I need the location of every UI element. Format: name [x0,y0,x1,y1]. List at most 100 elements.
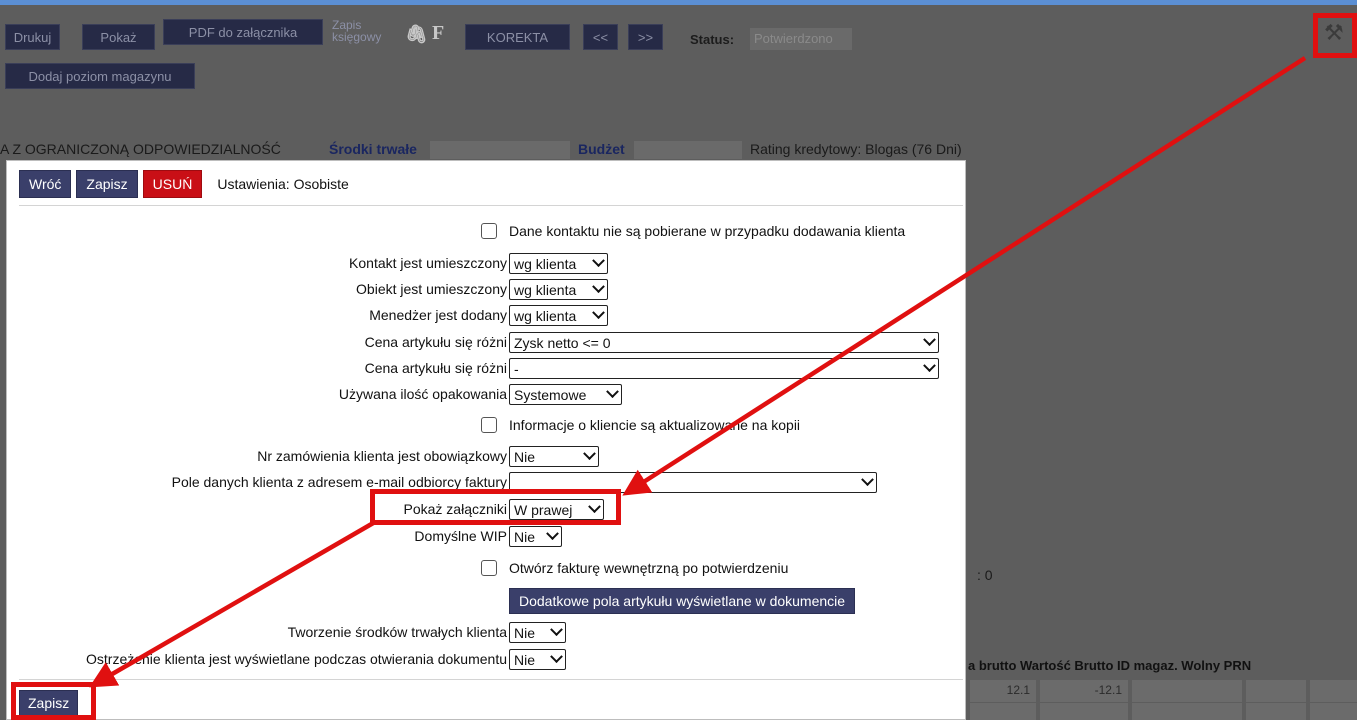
manager-added-value: wg klienta [514,307,577,324]
budget-field [634,141,742,159]
price-diff-value-2: - [514,360,519,377]
pack-qty-select[interactable]: Systemowe [509,384,622,405]
contact-data-checkbox[interactable] [481,223,497,239]
table-cell [1246,680,1306,702]
divider [19,679,963,680]
extra-fields-row: Dodatkowe pola artykułu wyświetlane w do… [7,588,967,616]
document-toolbar: Drukuj Pokaż PDF do załącznika Zapis ksi… [0,5,1357,100]
contact-placed-label: Kontakt jest umieszczony [349,255,507,271]
divider [19,205,963,206]
table-header: a brutto Wartość Brutto ID magaz. Wolny … [968,658,1252,673]
chevron-down-icon [550,623,563,637]
price-diff-select-1[interactable]: Zysk netto <= 0 [509,332,939,353]
contact-data-label: Dane kontaktu nie są pobierane w przypad… [509,223,906,239]
pack-qty-row: Używana ilość opakowania Systemowe [7,384,967,406]
next-button[interactable]: >> [628,24,663,50]
default-wip-label: Domyślne WIP [414,528,507,544]
fixed-assets-creation-row: Tworzenie środków trwałych klienta Nie [7,622,967,644]
object-placed-label: Obiekt jest umieszczony [356,281,507,297]
table-cell [1310,680,1357,702]
correction-button[interactable]: KOREKTA [465,24,570,50]
fixed-assets-creation-select[interactable]: Nie [509,622,566,643]
client-info-copy-checkbox[interactable] [481,417,497,433]
price-diff-row-2: Cena artykułu się różni - [7,358,967,380]
chevron-down-icon [923,359,936,373]
table-cell [1246,703,1306,720]
object-placed-row: Obiekt jest umieszczony wg klienta [7,279,967,301]
invoice-email-label: Pole danych klienta z adresem e-mail odb… [171,474,507,490]
highlight-hammer-box [1313,13,1357,58]
extra-fields-button[interactable]: Dodatkowe pola artykułu wyświetlane w do… [509,588,856,614]
contact-placed-select[interactable]: wg klienta [509,253,608,274]
manager-added-select[interactable]: wg klienta [509,305,608,326]
contact-placed-value: wg klienta [514,255,577,272]
manager-added-label: Menedżer jest dodany [369,307,507,323]
save-button[interactable]: Zapisz [76,170,138,198]
pack-qty-value: Systemowe [514,386,587,403]
default-wip-select[interactable]: Nie [509,526,562,547]
client-warning-label: Ostrzeżenie klienta jest wyświetlane pod… [86,651,507,667]
order-nr-label: Nr zamówienia klienta jest obowiązkowy [257,448,507,464]
table-cell: -12.1 [1040,680,1128,702]
settings-modal: Wróć Zapisz USUŃ Ustawienia: Osobiste Da… [6,160,966,720]
contact-placed-row: Kontakt jest umieszczony wg klienta [7,253,967,275]
chevron-down-icon [592,306,605,320]
paperclip-icon[interactable]: 🖇 [405,24,428,45]
default-wip-row: Domyślne WIP Nie [7,526,967,548]
credit-rating: Rating kredytowy: Blogas (76 Dni) [750,141,962,157]
client-info-copy-row: Informacje o kliencie są aktualizowane n… [7,415,967,437]
company-name: A Z OGRANICZONĄ ODPOWIEDZIALNOŚĆ [0,141,281,157]
table-cell [1040,703,1128,720]
fixed-assets-link[interactable]: Środki trwałe [329,141,417,157]
highlight-save-box [11,682,96,720]
open-internal-invoice-label: Otwórz fakturę wewnętrzną po potwierdzen… [509,560,789,576]
order-nr-value: Nie [514,448,536,465]
f-button[interactable]: F [432,22,444,45]
highlight-show-attachments-box [370,489,621,525]
price-diff-label-1: Cena artykułu się różni [364,334,507,350]
client-warning-select[interactable]: Nie [509,649,566,670]
table-cell [1132,703,1242,720]
prev-button[interactable]: << [583,24,618,50]
order-nr-row: Nr zamówienia klienta jest obowiązkowy N… [7,446,967,468]
table-cell: 12.1 [970,680,1036,702]
client-warning-value: Nie [514,651,536,668]
budget-link[interactable]: Budżet [578,141,625,157]
price-diff-value-1: Zysk netto <= 0 [514,334,611,351]
default-wip-value: Nie [514,528,536,545]
delete-button[interactable]: USUŃ [142,170,203,198]
status-label: Status: [690,32,735,47]
client-info-copy-label: Informacje o kliencie są aktualizowane n… [509,417,801,433]
bg-field [430,141,570,159]
status-value: Potwierdzono [750,28,852,50]
object-placed-select[interactable]: wg klienta [509,279,608,300]
chevron-down-icon [606,385,619,399]
print-button[interactable]: Drukuj [5,24,60,50]
add-stock-level-button[interactable]: Dodaj poziom magazynu [5,63,195,89]
open-internal-invoice-checkbox[interactable] [481,560,497,576]
price-diff-select-2[interactable]: - [509,358,939,379]
modal-header: Wróć Zapisz USUŃ Ustawienia: Osobiste [19,170,349,198]
client-warning-row: Ostrzeżenie klienta jest wyświetlane pod… [7,649,967,671]
order-nr-select[interactable]: Nie [509,446,599,467]
price-diff-row-1: Cena artykułu się różni Zysk netto <= 0 [7,332,967,354]
bg-value-zero: : 0 [977,567,993,583]
open-internal-invoice-row: Otwórz fakturę wewnętrzną po potwierdzen… [7,558,967,580]
show-button[interactable]: Pokaż [82,24,155,50]
manager-added-row: Menedżer jest dodany wg klienta [7,305,967,327]
journal-entry-link[interactable]: Zapis księgowy [332,19,381,43]
chevron-down-icon [592,254,605,268]
table-cell [970,703,1036,720]
table-cell [1132,680,1242,702]
pack-qty-label: Używana ilość opakowania [338,386,507,402]
chevron-down-icon [583,447,596,461]
chevron-down-icon [923,333,936,347]
chevron-down-icon [550,650,563,664]
back-button[interactable]: Wróć [19,170,72,198]
journal-entry-line2: księgowy [332,30,382,44]
pdf-attachment-button[interactable]: PDF do załącznika [163,19,323,45]
price-diff-label-2: Cena artykułu się różni [364,360,507,376]
fixed-assets-creation-label: Tworzenie środków trwałych klienta [287,624,507,640]
chevron-down-icon [861,473,874,487]
modal-title: Ustawienia: Osobiste [217,176,349,192]
